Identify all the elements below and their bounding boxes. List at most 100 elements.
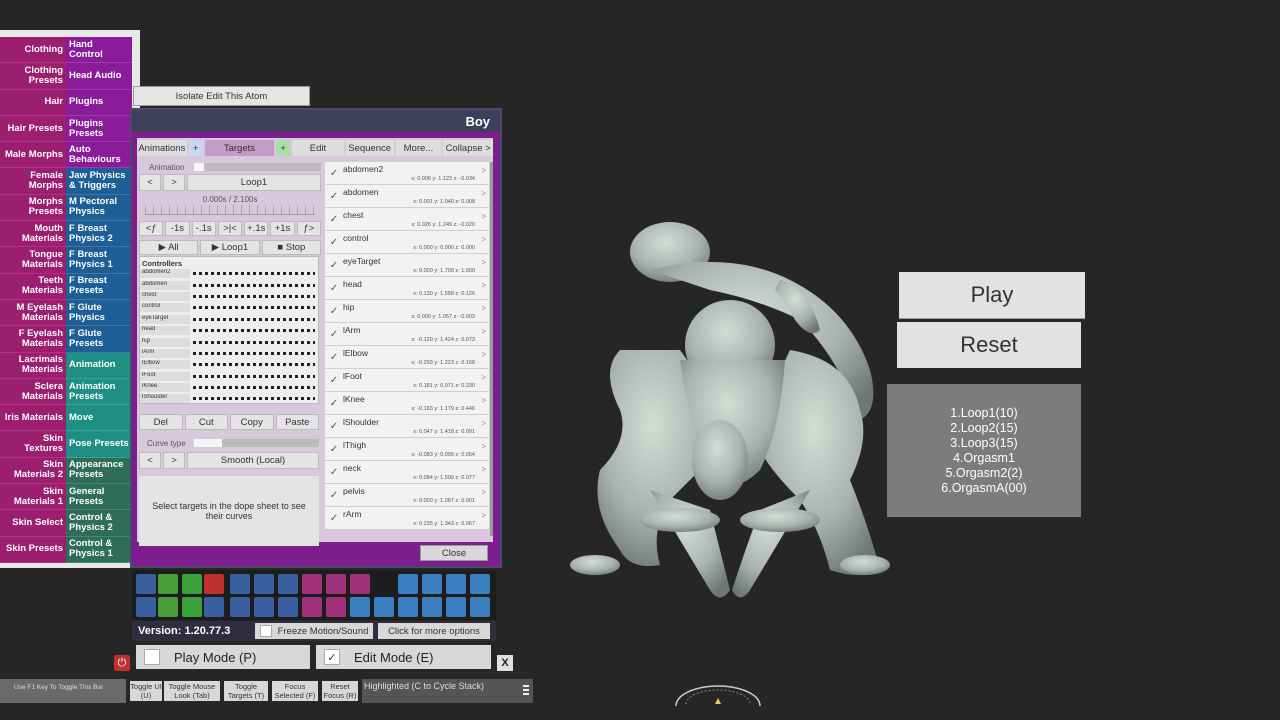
tab-add[interactable]: + <box>188 140 203 156</box>
target-checkbox[interactable]: ✓ <box>325 346 343 368</box>
freeze-motion-button[interactable]: Freeze Motion/Sound <box>255 623 373 639</box>
keyframes[interactable] <box>193 351 315 355</box>
target-checkbox[interactable]: ✓ <box>325 300 343 322</box>
keyframes[interactable] <box>193 294 315 298</box>
menu-item-right[interactable]: Plugins Presets <box>66 115 132 143</box>
step-button[interactable]: <ƒ <box>139 221 164 236</box>
target-row[interactable]: ✓ neck x: 0.084 y: 1.500 z: 0.077 > <box>325 461 489 483</box>
tab-sequence[interactable]: Sequence <box>345 140 394 156</box>
keyframes[interactable] <box>193 363 315 367</box>
target-checkbox[interactable]: ✓ <box>325 162 343 184</box>
menu-item-left[interactable]: Iris Materials <box>0 405 66 432</box>
menu-item-left[interactable]: Sclera Materials <box>0 378 66 406</box>
scene-play-button[interactable]: Play <box>899 272 1085 318</box>
menu-item-left[interactable]: Skin Select <box>0 510 66 537</box>
people-icon[interactable] <box>446 597 466 617</box>
target-row[interactable]: ✓ control x: 0.000 y: 0.000 z: 0.000 > <box>325 231 489 253</box>
edit-mode-checkbox[interactable]: ✓ <box>324 649 340 665</box>
tab-collapse[interactable]: Collapse > <box>443 140 493 156</box>
menu-item-right[interactable]: F Breast Presets <box>66 273 132 300</box>
nodes-icon[interactable] <box>230 597 250 617</box>
box-icon[interactable] <box>254 597 274 617</box>
chevron-right-icon[interactable]: > <box>481 419 486 428</box>
paste-button[interactable]: Paste <box>275 414 319 430</box>
folder-icon[interactable] <box>182 574 202 594</box>
keyframes[interactable] <box>193 397 315 401</box>
plus-icon[interactable] <box>470 574 490 594</box>
targets-scrollbar[interactable] <box>490 162 493 536</box>
target-row[interactable]: ✓ head x: 0.130 y: 1.558 z: 0.126 > <box>325 277 489 299</box>
target-row[interactable]: ✓ lKnee x: -0.183 y: 1.179 z: 0.446 > <box>325 392 489 414</box>
play-mode-button[interactable]: Play Mode (P) <box>136 645 310 669</box>
keyframes[interactable] <box>193 329 315 333</box>
dope-sheet-row[interactable]: lKnee <box>140 382 318 393</box>
target-row[interactable]: ✓ hip x: 0.000 y: 1.057 z: -0.003 > <box>325 300 489 322</box>
keyframes[interactable] <box>193 272 315 276</box>
copy-button[interactable]: Copy <box>230 414 274 430</box>
target-checkbox[interactable]: ✓ <box>325 208 343 230</box>
add-person-icon[interactable] <box>302 574 322 594</box>
close-ui-button[interactable]: X <box>497 655 513 671</box>
menu-item-right[interactable]: Animation <box>66 352 132 379</box>
tab-add[interactable]: + <box>276 140 291 156</box>
dope-sheet-row[interactable]: lFoot <box>140 371 318 382</box>
prev-animation-button[interactable]: < <box>139 174 161 191</box>
dope-sheet-row[interactable]: head <box>140 325 318 336</box>
menu-item-right[interactable]: F Glute Physics <box>66 299 132 327</box>
menu-item-left[interactable]: M Eyelash Materials <box>0 299 66 327</box>
menu-item-right[interactable]: F Breast Physics 2 <box>66 221 132 248</box>
reset-focus-button[interactable]: Reset Focus (R) <box>322 681 358 701</box>
loop-item[interactable]: 4.Orgasm1 <box>953 451 1015 466</box>
keyframes[interactable] <box>193 340 315 344</box>
next-curve-button[interactable]: > <box>163 452 185 469</box>
menu-item-left[interactable]: Hair <box>0 89 66 116</box>
menu-item-right[interactable]: General Presets <box>66 484 132 511</box>
target-row[interactable]: ✓ lFoot x: 0.181 y: 0.971 z: 0.230 > <box>325 369 489 391</box>
menu-item-left[interactable]: Skin Materials 2 <box>0 457 66 485</box>
power-icon[interactable]: ⏻ <box>114 655 130 671</box>
keyframes[interactable] <box>193 283 315 287</box>
dope-sheet-row[interactable]: abdomen2 <box>140 268 318 279</box>
target-checkbox[interactable]: ✓ <box>325 185 343 207</box>
dope-sheet-row[interactable]: lShoulder <box>140 393 318 403</box>
animation-select[interactable]: Loop1 <box>187 174 321 191</box>
keyframes[interactable] <box>193 374 315 378</box>
scene-reset-button[interactable]: Reset <box>897 322 1081 368</box>
scrubber[interactable] <box>145 205 315 215</box>
camera-icon[interactable] <box>204 597 224 617</box>
close-button[interactable]: Close <box>420 545 488 561</box>
share-icon[interactable] <box>422 574 442 594</box>
dope-sheet-row[interactable]: lArm <box>140 348 318 359</box>
cloud-icon[interactable] <box>230 574 250 594</box>
curve-slider-handle[interactable] <box>194 439 222 447</box>
focus-selected-button[interactable]: Focus Selected (F) <box>272 681 318 701</box>
dope-sheet-row[interactable]: control <box>140 302 318 313</box>
rewind-icon[interactable] <box>350 597 370 617</box>
target-icon[interactable] <box>398 597 418 617</box>
play-mode-checkbox[interactable] <box>144 649 160 665</box>
cut-button[interactable]: Cut <box>184 414 228 430</box>
chevron-right-icon[interactable]: > <box>481 488 486 497</box>
menu-item-left[interactable]: Clothing Presets <box>0 63 66 90</box>
package-icon[interactable] <box>254 574 274 594</box>
document-icon[interactable] <box>278 597 298 617</box>
menu-item-left[interactable]: Morphs Presets <box>0 194 66 222</box>
chevron-right-icon[interactable]: > <box>481 304 486 313</box>
step-button[interactable]: +1s <box>270 221 295 236</box>
target-checkbox[interactable]: ✓ <box>325 323 343 345</box>
toggle-mouse-look-button[interactable]: Toggle Mouse Look (Tab) <box>164 681 220 701</box>
tab-targets[interactable]: Targets <box>204 140 275 156</box>
chevron-right-icon[interactable]: > <box>481 258 486 267</box>
menu-item-right[interactable]: Appearance Presets <box>66 457 132 485</box>
menu-item-right[interactable]: M Pectoral Physics <box>66 194 132 222</box>
del-button[interactable]: Del <box>139 414 183 430</box>
chevron-right-icon[interactable]: > <box>481 350 486 359</box>
chevron-right-icon[interactable]: > <box>481 166 486 175</box>
play-icon[interactable] <box>374 597 394 617</box>
prev-curve-button[interactable]: < <box>139 452 161 469</box>
menu-item-right[interactable]: Control & Physics 1 <box>66 536 132 563</box>
keyframes[interactable] <box>193 306 315 310</box>
curve-type-slider[interactable] <box>194 439 319 447</box>
menu-item-left[interactable]: Lacrimals Materials <box>0 352 66 379</box>
loop-item[interactable]: 3.Loop3(15) <box>950 436 1017 451</box>
